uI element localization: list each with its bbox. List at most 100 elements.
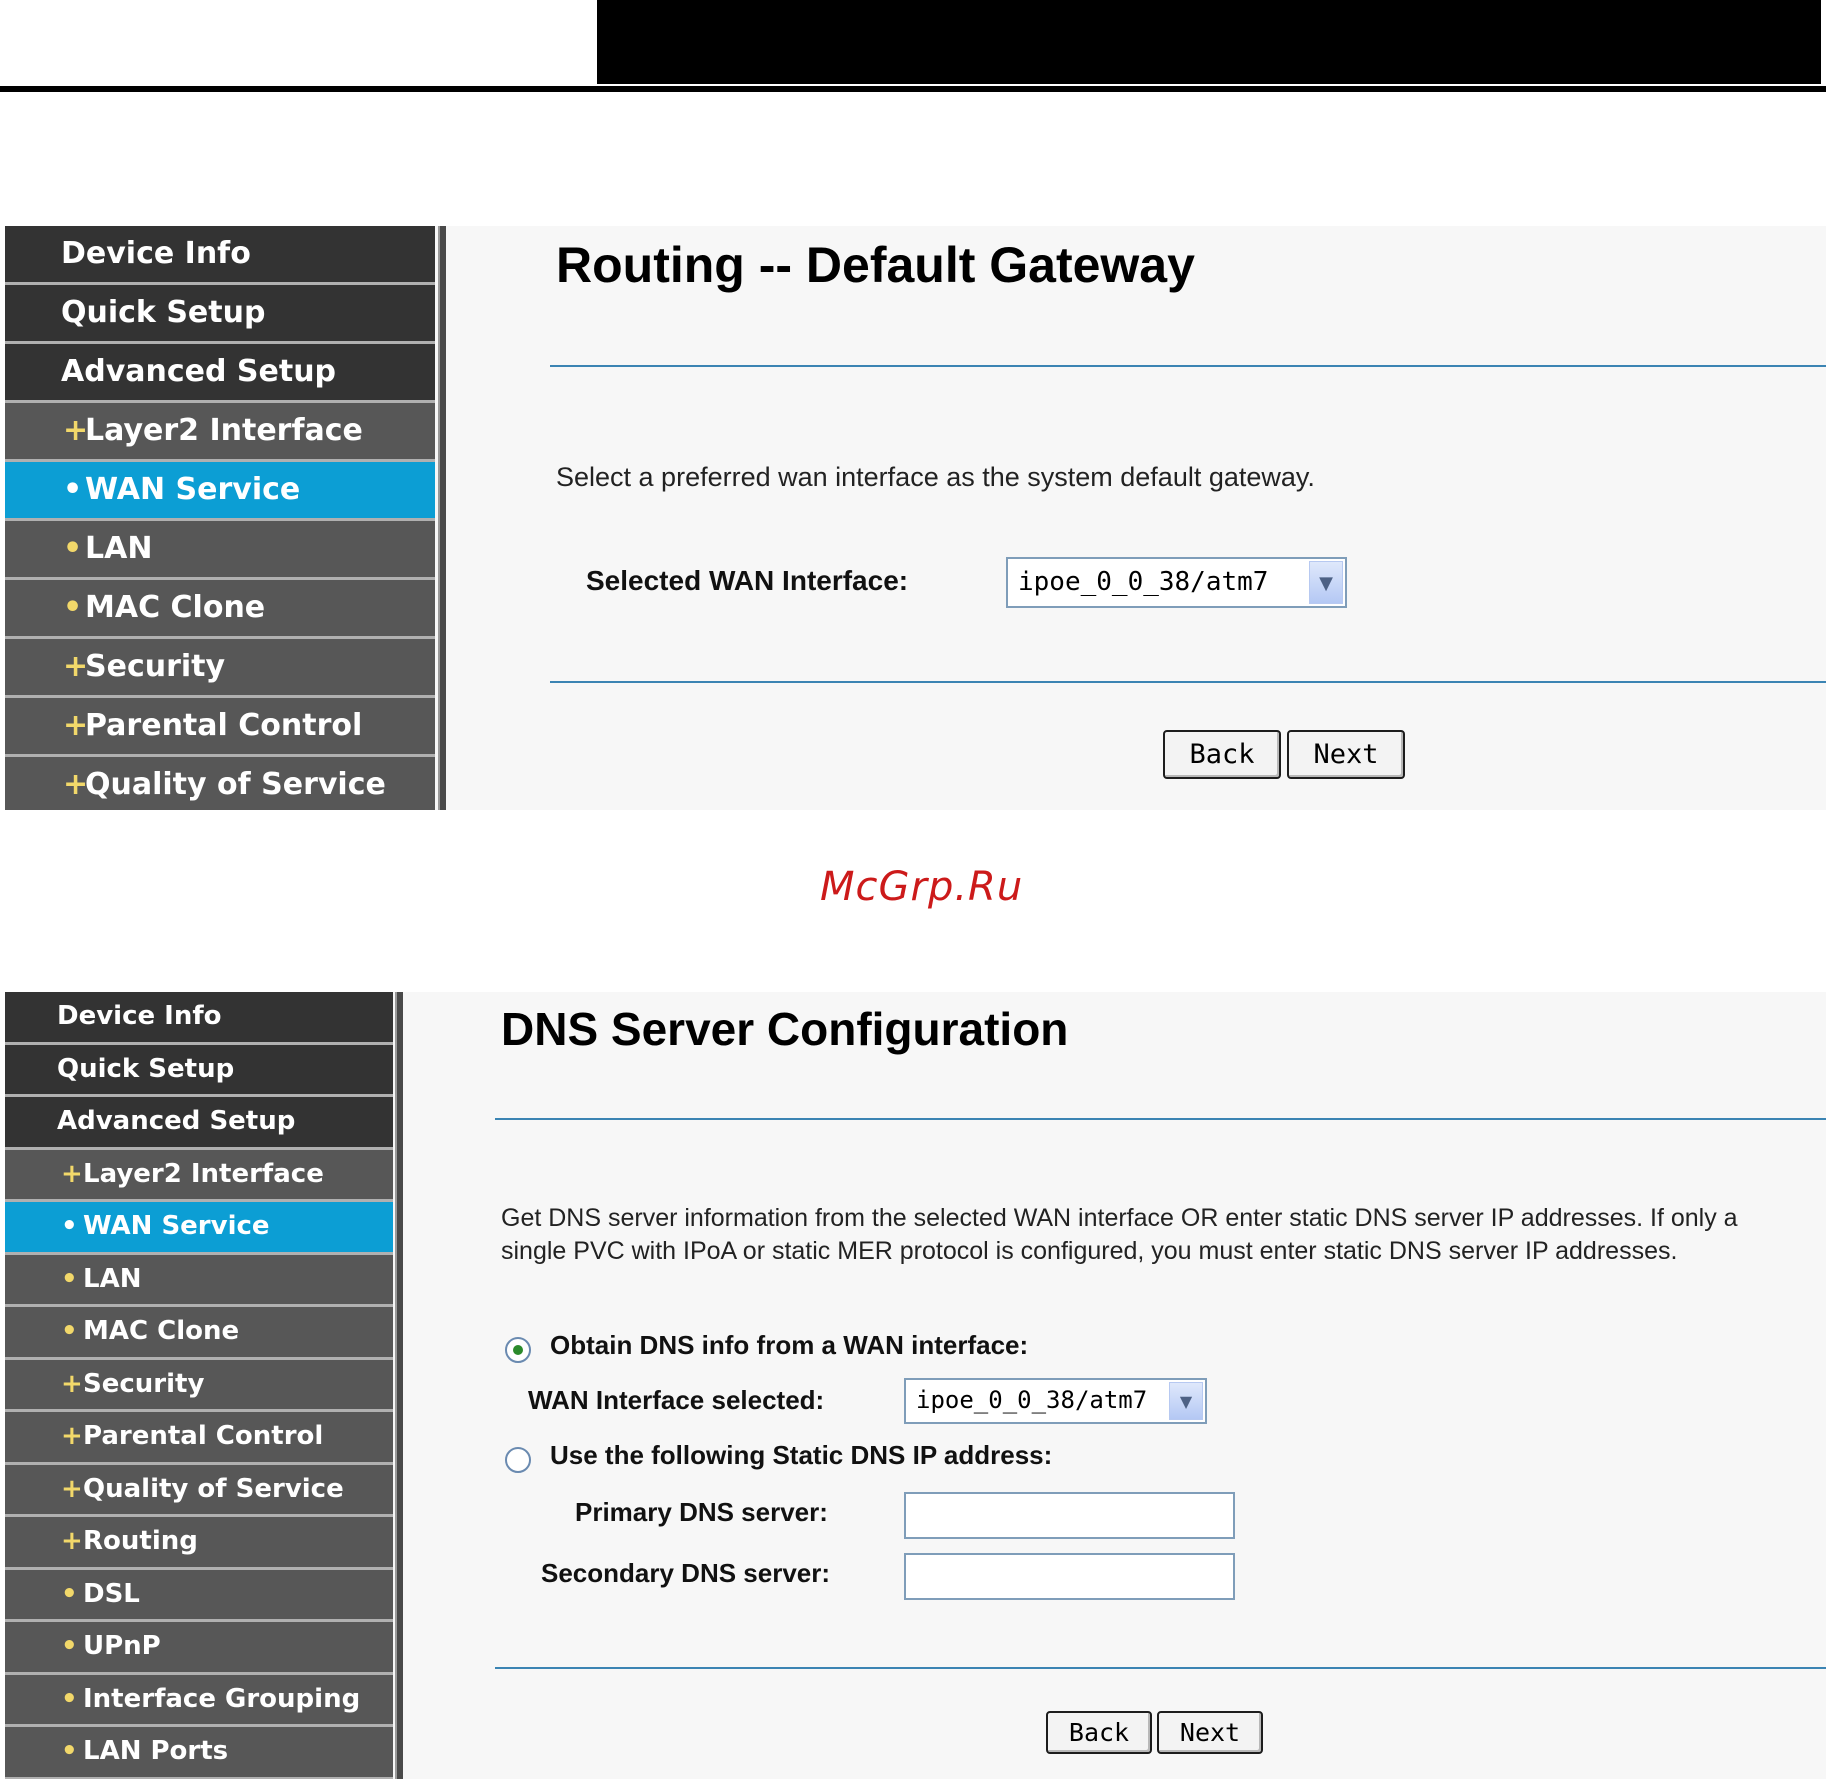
sidebar-item-security[interactable]: +Security xyxy=(5,639,435,698)
obtain-dns-radio[interactable] xyxy=(505,1337,531,1363)
expand-plus-icon: + xyxy=(63,649,89,684)
next-button[interactable]: Next xyxy=(1287,730,1405,779)
sidebar-nav: Device Info Quick Setup Advanced Setup +Lay… xyxy=(5,992,393,1779)
wan-interface-label: Selected WAN Interface: xyxy=(586,565,909,596)
sidebar-item-label: Quality of Service xyxy=(85,767,386,802)
sidebar-item-label: Routing xyxy=(83,1526,198,1556)
wan-interface-value: ipoe_0_0_38/atm7 xyxy=(1018,567,1269,597)
bullet-icon: • xyxy=(61,1211,78,1241)
chevron-down-icon[interactable]: ▼ xyxy=(1309,561,1343,604)
sidebar-item-wan-service[interactable]: •WAN Service xyxy=(5,1202,393,1255)
sidebar-item-lan[interactable]: •LAN xyxy=(5,1254,393,1307)
sidebar-item-label: Security xyxy=(83,1368,205,1399)
sidebar-divider xyxy=(395,992,403,1779)
chevron-down-icon[interactable]: ▼ xyxy=(1169,1382,1203,1420)
sidebar-item-label: LAN xyxy=(85,531,153,566)
wan-interface-value: ipoe_0_0_38/atm7 xyxy=(916,1386,1148,1414)
sidebar-item-label: MAC Clone xyxy=(83,1316,240,1346)
sidebar-item-label: DSL xyxy=(83,1578,140,1609)
page-title: DNS Server Configuration xyxy=(501,1003,1069,1055)
sidebar-item-mac-clone[interactable]: •MAC Clone xyxy=(5,580,435,639)
sidebar-item-quality-of-service[interactable]: +Quality of Service xyxy=(5,757,435,810)
header-bar xyxy=(597,0,1821,84)
sidebar-item-label: Parental Control xyxy=(85,708,363,743)
sidebar-item-device-info[interactable]: Device Info xyxy=(5,992,393,1045)
secondary-dns-label: Secondary DNS server: xyxy=(541,1558,831,1588)
sidebar-item-quick-setup[interactable]: Quick Setup xyxy=(5,1044,393,1097)
routing-default-gateway-screen: Device Info Quick Setup Advanced Setup +Lay… xyxy=(5,226,1826,810)
sidebar-item-parental-control[interactable]: +Parental Control xyxy=(5,698,435,757)
bullet-icon: • xyxy=(61,1683,78,1714)
sidebar-item-label: Quick Setup xyxy=(61,295,266,330)
expand-plus-icon: + xyxy=(63,413,89,448)
divider-top xyxy=(495,1118,1826,1120)
sidebar-item-label: WAN Service xyxy=(83,1211,270,1241)
wan-interface-select[interactable]: ipoe_0_0_38/atm7 ▼ xyxy=(1006,557,1347,608)
expand-plus-icon: + xyxy=(63,767,89,802)
sidebar-item-device-info[interactable]: Device Info xyxy=(5,226,435,285)
sidebar-item-label: Advanced Setup xyxy=(61,354,337,389)
primary-dns-input[interactable] xyxy=(904,1492,1235,1539)
sidebar-item-label: Interface Grouping xyxy=(83,1683,361,1714)
expand-plus-icon: + xyxy=(61,1368,83,1399)
next-button[interactable]: Next xyxy=(1157,1711,1263,1754)
static-dns-radio[interactable] xyxy=(505,1447,531,1473)
sidebar-item-interface-grouping[interactable]: • Interface Grouping xyxy=(5,1674,393,1727)
expand-plus-icon: + xyxy=(61,1158,83,1189)
back-button[interactable]: Back xyxy=(1046,1711,1152,1754)
sidebar-item-label: MAC Clone xyxy=(85,590,266,625)
sidebar-item-layer2-interface[interactable]: +Layer2 Interface xyxy=(5,1149,393,1202)
sidebar-item-security[interactable]: +Security xyxy=(5,1359,393,1412)
expand-plus-icon: + xyxy=(61,1421,83,1451)
sidebar-item-label: WAN Service xyxy=(85,472,301,507)
sidebar-item-lan-ports[interactable]: • LAN Ports xyxy=(5,1727,393,1779)
sidebar-item-label: Quick Setup xyxy=(57,1053,235,1084)
primary-dns-label: Primary DNS server: xyxy=(575,1497,828,1527)
secondary-dns-input[interactable] xyxy=(904,1553,1235,1600)
watermark: McGrp.Ru xyxy=(820,864,1024,910)
sidebar-item-mac-clone[interactable]: •MAC Clone xyxy=(5,1307,393,1360)
divider-bottom xyxy=(495,1667,1826,1669)
sidebar-item-routing[interactable]: +Routing xyxy=(5,1517,393,1570)
wan-interface-label: WAN Interface selected: xyxy=(528,1385,825,1415)
sidebar-divider xyxy=(438,226,446,810)
sidebar-item-parental-control[interactable]: +Parental Control xyxy=(5,1412,393,1465)
page-description: Select a preferred wan interface as the … xyxy=(556,462,1315,492)
bullet-icon: • xyxy=(61,1263,78,1294)
divider-top xyxy=(550,365,1826,367)
sidebar-item-label: LAN Ports xyxy=(83,1736,229,1766)
sidebar-item-quick-setup[interactable]: Quick Setup xyxy=(5,285,435,344)
page-description-line-2: single PVC with IPoA or static MER proto… xyxy=(501,1237,1678,1265)
sidebar-item-advanced-setup[interactable]: Advanced Setup xyxy=(5,1097,393,1150)
sidebar-item-label: Layer2 Interface xyxy=(85,413,363,448)
sidebar-item-label: Layer2 Interface xyxy=(83,1158,324,1189)
page-description-line-1: Get DNS server information from the sele… xyxy=(501,1204,1738,1232)
expand-plus-icon: + xyxy=(61,1473,83,1504)
bullet-icon: • xyxy=(61,1736,78,1766)
sidebar-item-dsl[interactable]: • DSL xyxy=(5,1569,393,1622)
sidebar-item-advanced-setup[interactable]: Advanced Setup xyxy=(5,344,435,403)
sidebar-item-upnp[interactable]: • UPnP xyxy=(5,1622,393,1675)
bullet-icon: • xyxy=(61,1631,78,1661)
sidebar-item-label: Device Info xyxy=(61,236,251,271)
bullet-icon: • xyxy=(63,531,83,566)
sidebar-item-lan[interactable]: •LAN xyxy=(5,521,435,580)
sidebar-item-label: Parental Control xyxy=(83,1421,324,1451)
sidebar-item-quality-of-service[interactable]: +Quality of Service xyxy=(5,1464,393,1517)
divider-bottom xyxy=(550,681,1826,683)
bullet-icon: • xyxy=(61,1578,78,1609)
sidebar-item-label: UPnP xyxy=(83,1631,161,1661)
header-rule xyxy=(0,86,1826,92)
wan-interface-select[interactable]: ipoe_0_0_38/atm7 ▼ xyxy=(904,1378,1207,1424)
sidebar-nav: Device Info Quick Setup Advanced Setup +Lay… xyxy=(5,226,435,810)
bullet-icon: • xyxy=(63,472,83,507)
expand-plus-icon: + xyxy=(61,1526,83,1556)
bullet-icon: • xyxy=(63,590,83,625)
obtain-dns-label: Obtain DNS info from a WAN interface: xyxy=(550,1330,1029,1360)
sidebar-item-label: Advanced Setup xyxy=(57,1106,296,1136)
sidebar-item-wan-service[interactable]: •WAN Service xyxy=(5,462,435,521)
page-title: Routing -- Default Gateway xyxy=(556,237,1195,293)
sidebar-item-label: LAN xyxy=(83,1263,142,1294)
back-button[interactable]: Back xyxy=(1163,730,1281,779)
sidebar-item-layer2-interface[interactable]: +Layer2 Interface xyxy=(5,403,435,462)
